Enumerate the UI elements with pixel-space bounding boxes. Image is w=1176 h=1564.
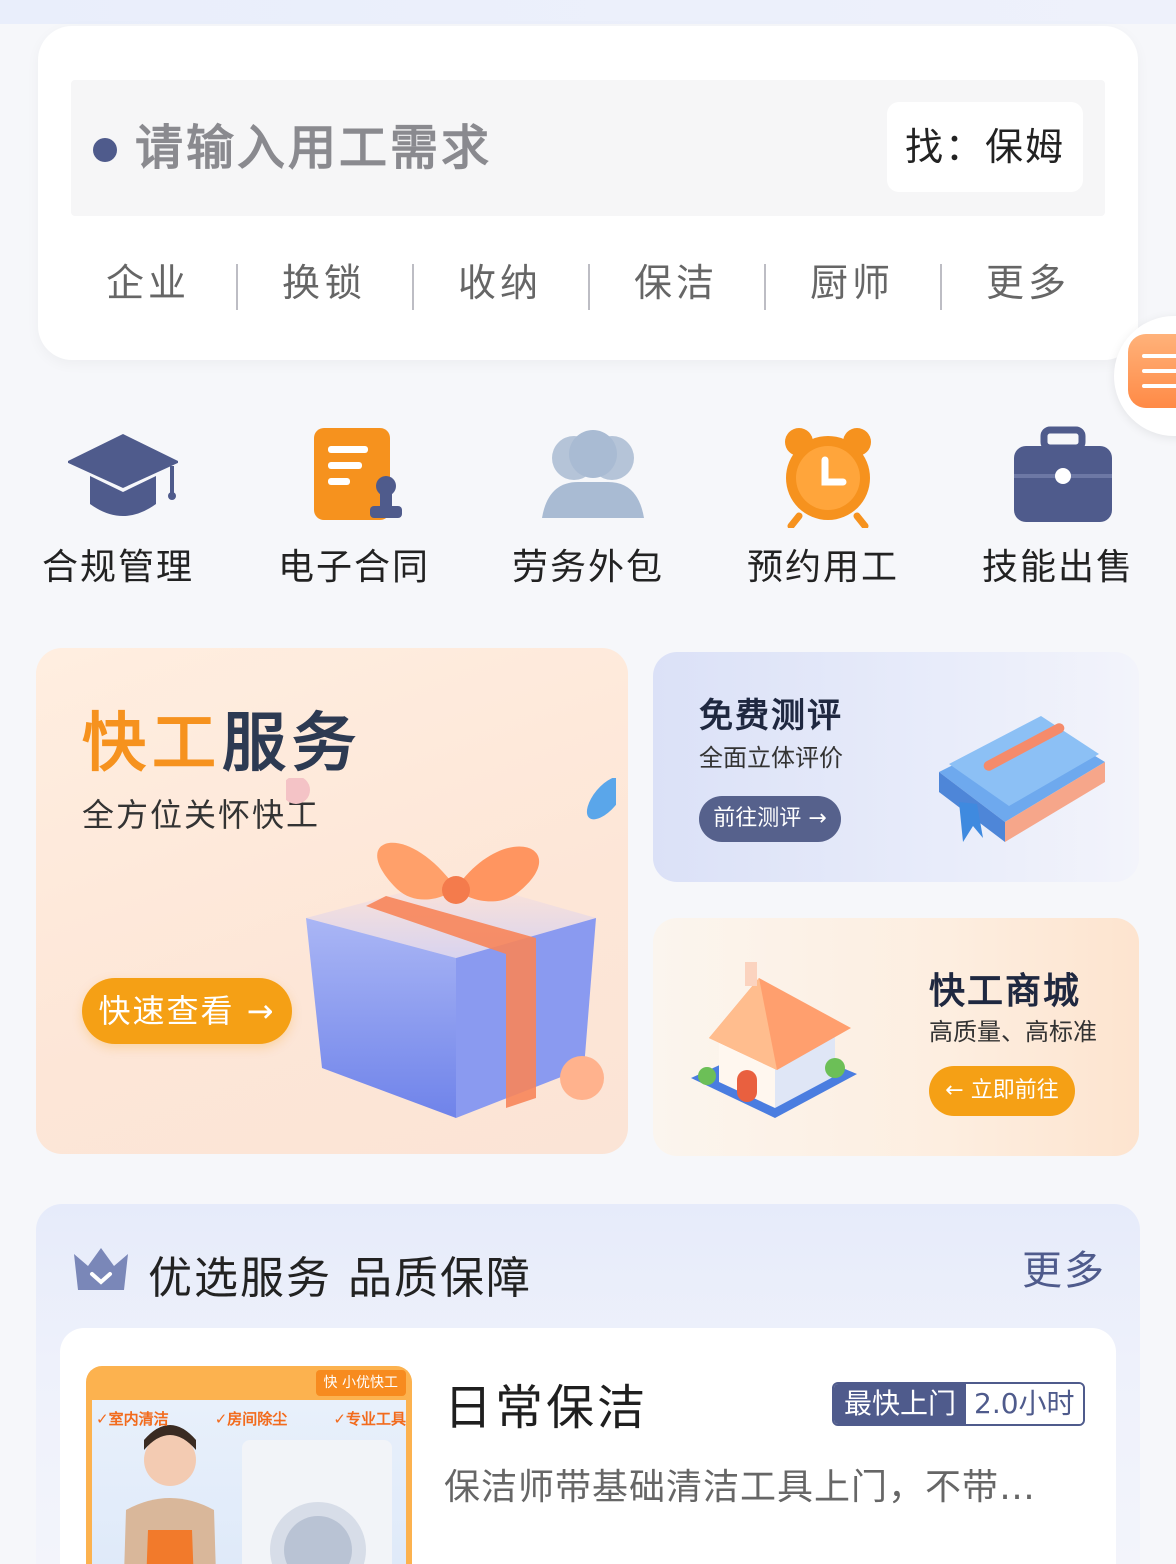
service-label: 技能出售 [981, 547, 1134, 588]
graduation-cap-icon [68, 434, 178, 516]
badge-label: 最快上门 [834, 1384, 967, 1424]
quick-tags: 企业 换锁 收纳 保洁 厨师 更多 [60, 252, 1116, 314]
menu-icon [1128, 334, 1176, 408]
service-label: 电子合同 [277, 547, 430, 588]
alarm-clock-icon [785, 428, 871, 528]
badge-value: 2.0小时 [966, 1384, 1083, 1424]
service-name: 日常保洁 [444, 1380, 649, 1436]
service-label: 合规管理 [41, 547, 194, 588]
quick-tag-enterprise[interactable]: 企业 [60, 252, 236, 314]
top-strip [0, 0, 1176, 24]
search-card: 请输入用工需求 找：保姆 企业 换锁 收纳 保洁 厨师 更多 [38, 26, 1138, 360]
book-icon [939, 716, 1105, 842]
search-placeholder: 请输入用工需求 [135, 120, 493, 176]
banner-title: 免费测评 [699, 696, 843, 736]
crown-icon [74, 1248, 128, 1290]
gift-box-icon [286, 778, 616, 1118]
quick-tag-more[interactable]: 更多 [940, 252, 1116, 314]
quick-tag-storage[interactable]: 收纳 [412, 252, 588, 314]
banner-title: 快工商城 [929, 971, 1082, 1012]
service-skills[interactable]: 技能出售 [958, 418, 1158, 598]
search-input[interactable]: 请输入用工需求 找：保姆 [71, 80, 1105, 216]
banner-free-assessment[interactable]: 免费测评 全面立体评价 前往测评 → [653, 652, 1139, 882]
banner-title: 快工服务 [82, 707, 362, 781]
service-card[interactable]: 快 小优快工 ✓室内清洁 ✓房间除尘 ✓专业工具 日常保洁 最快上门 2.0小时… [60, 1328, 1116, 1564]
search-dot-icon [93, 138, 117, 162]
banner-kuaigong-service[interactable]: 快工服务 全方位关怀快工 快速查看 → [36, 648, 628, 1154]
service-compliance[interactable]: 合规管理 [18, 418, 218, 598]
house-icon [691, 962, 857, 1118]
quick-tag-cleaning[interactable]: 保洁 [588, 252, 764, 314]
service-contract[interactable]: 电子合同 [254, 418, 454, 598]
service-thumbnail: 快 小优快工 ✓室内清洁 ✓房间除尘 ✓专业工具 [86, 1366, 412, 1564]
go-assessment-button[interactable]: 前往测评 → [699, 796, 841, 842]
section-title: 优选服务 品质保障 [148, 1253, 532, 1304]
service-description: 保洁师带基础清洁工具上门，不带… [444, 1467, 1037, 1508]
banner-mall[interactable]: 快工商城 高质量、高标准 ← 立即前往 [653, 918, 1139, 1156]
service-booking[interactable]: 预约用工 [723, 418, 923, 598]
banner-subtitle: 全面立体评价 [699, 744, 843, 772]
thumbnail-tag: ✓专业工具 [333, 1410, 406, 1428]
banner-subtitle: 高质量、高标准 [929, 1018, 1097, 1046]
thumbnail-tag: ✓室内清洁 [96, 1410, 169, 1428]
briefcase-icon [1014, 426, 1112, 522]
go-now-button[interactable]: ← 立即前往 [929, 1066, 1075, 1116]
arrival-badge: 最快上门 2.0小时 [832, 1382, 1085, 1426]
featured-services: 优选服务 品质保障 更多 快 小优快工 ✓室内清洁 ✓房间除尘 ✓专业工具 日常… [36, 1204, 1140, 1564]
featured-more-link[interactable]: 更多 [1022, 1238, 1106, 1296]
quick-tag-lock[interactable]: 换锁 [236, 252, 412, 314]
service-outsourcing[interactable]: 劳务外包 [488, 418, 688, 598]
brand-logo: 快 小优快工 [315, 1370, 406, 1396]
thumbnail-tag: ✓房间除尘 [214, 1410, 288, 1428]
people-icon [542, 430, 644, 518]
thumbnail-tags: ✓室内清洁 ✓房间除尘 ✓专业工具 [96, 1408, 406, 1429]
service-label: 劳务外包 [511, 547, 664, 588]
service-label: 预约用工 [746, 547, 899, 588]
contract-icon [314, 428, 402, 520]
service-grid: 合规管理 电子合同 劳务外包 预约用工 技能出售 [0, 418, 1176, 598]
banner-subtitle: 全方位关怀快工 [82, 796, 321, 834]
search-find-button[interactable]: 找：保姆 [887, 102, 1083, 192]
quick-tag-chef[interactable]: 厨师 [764, 252, 940, 314]
quick-view-button[interactable]: 快速查看 → [82, 978, 292, 1044]
